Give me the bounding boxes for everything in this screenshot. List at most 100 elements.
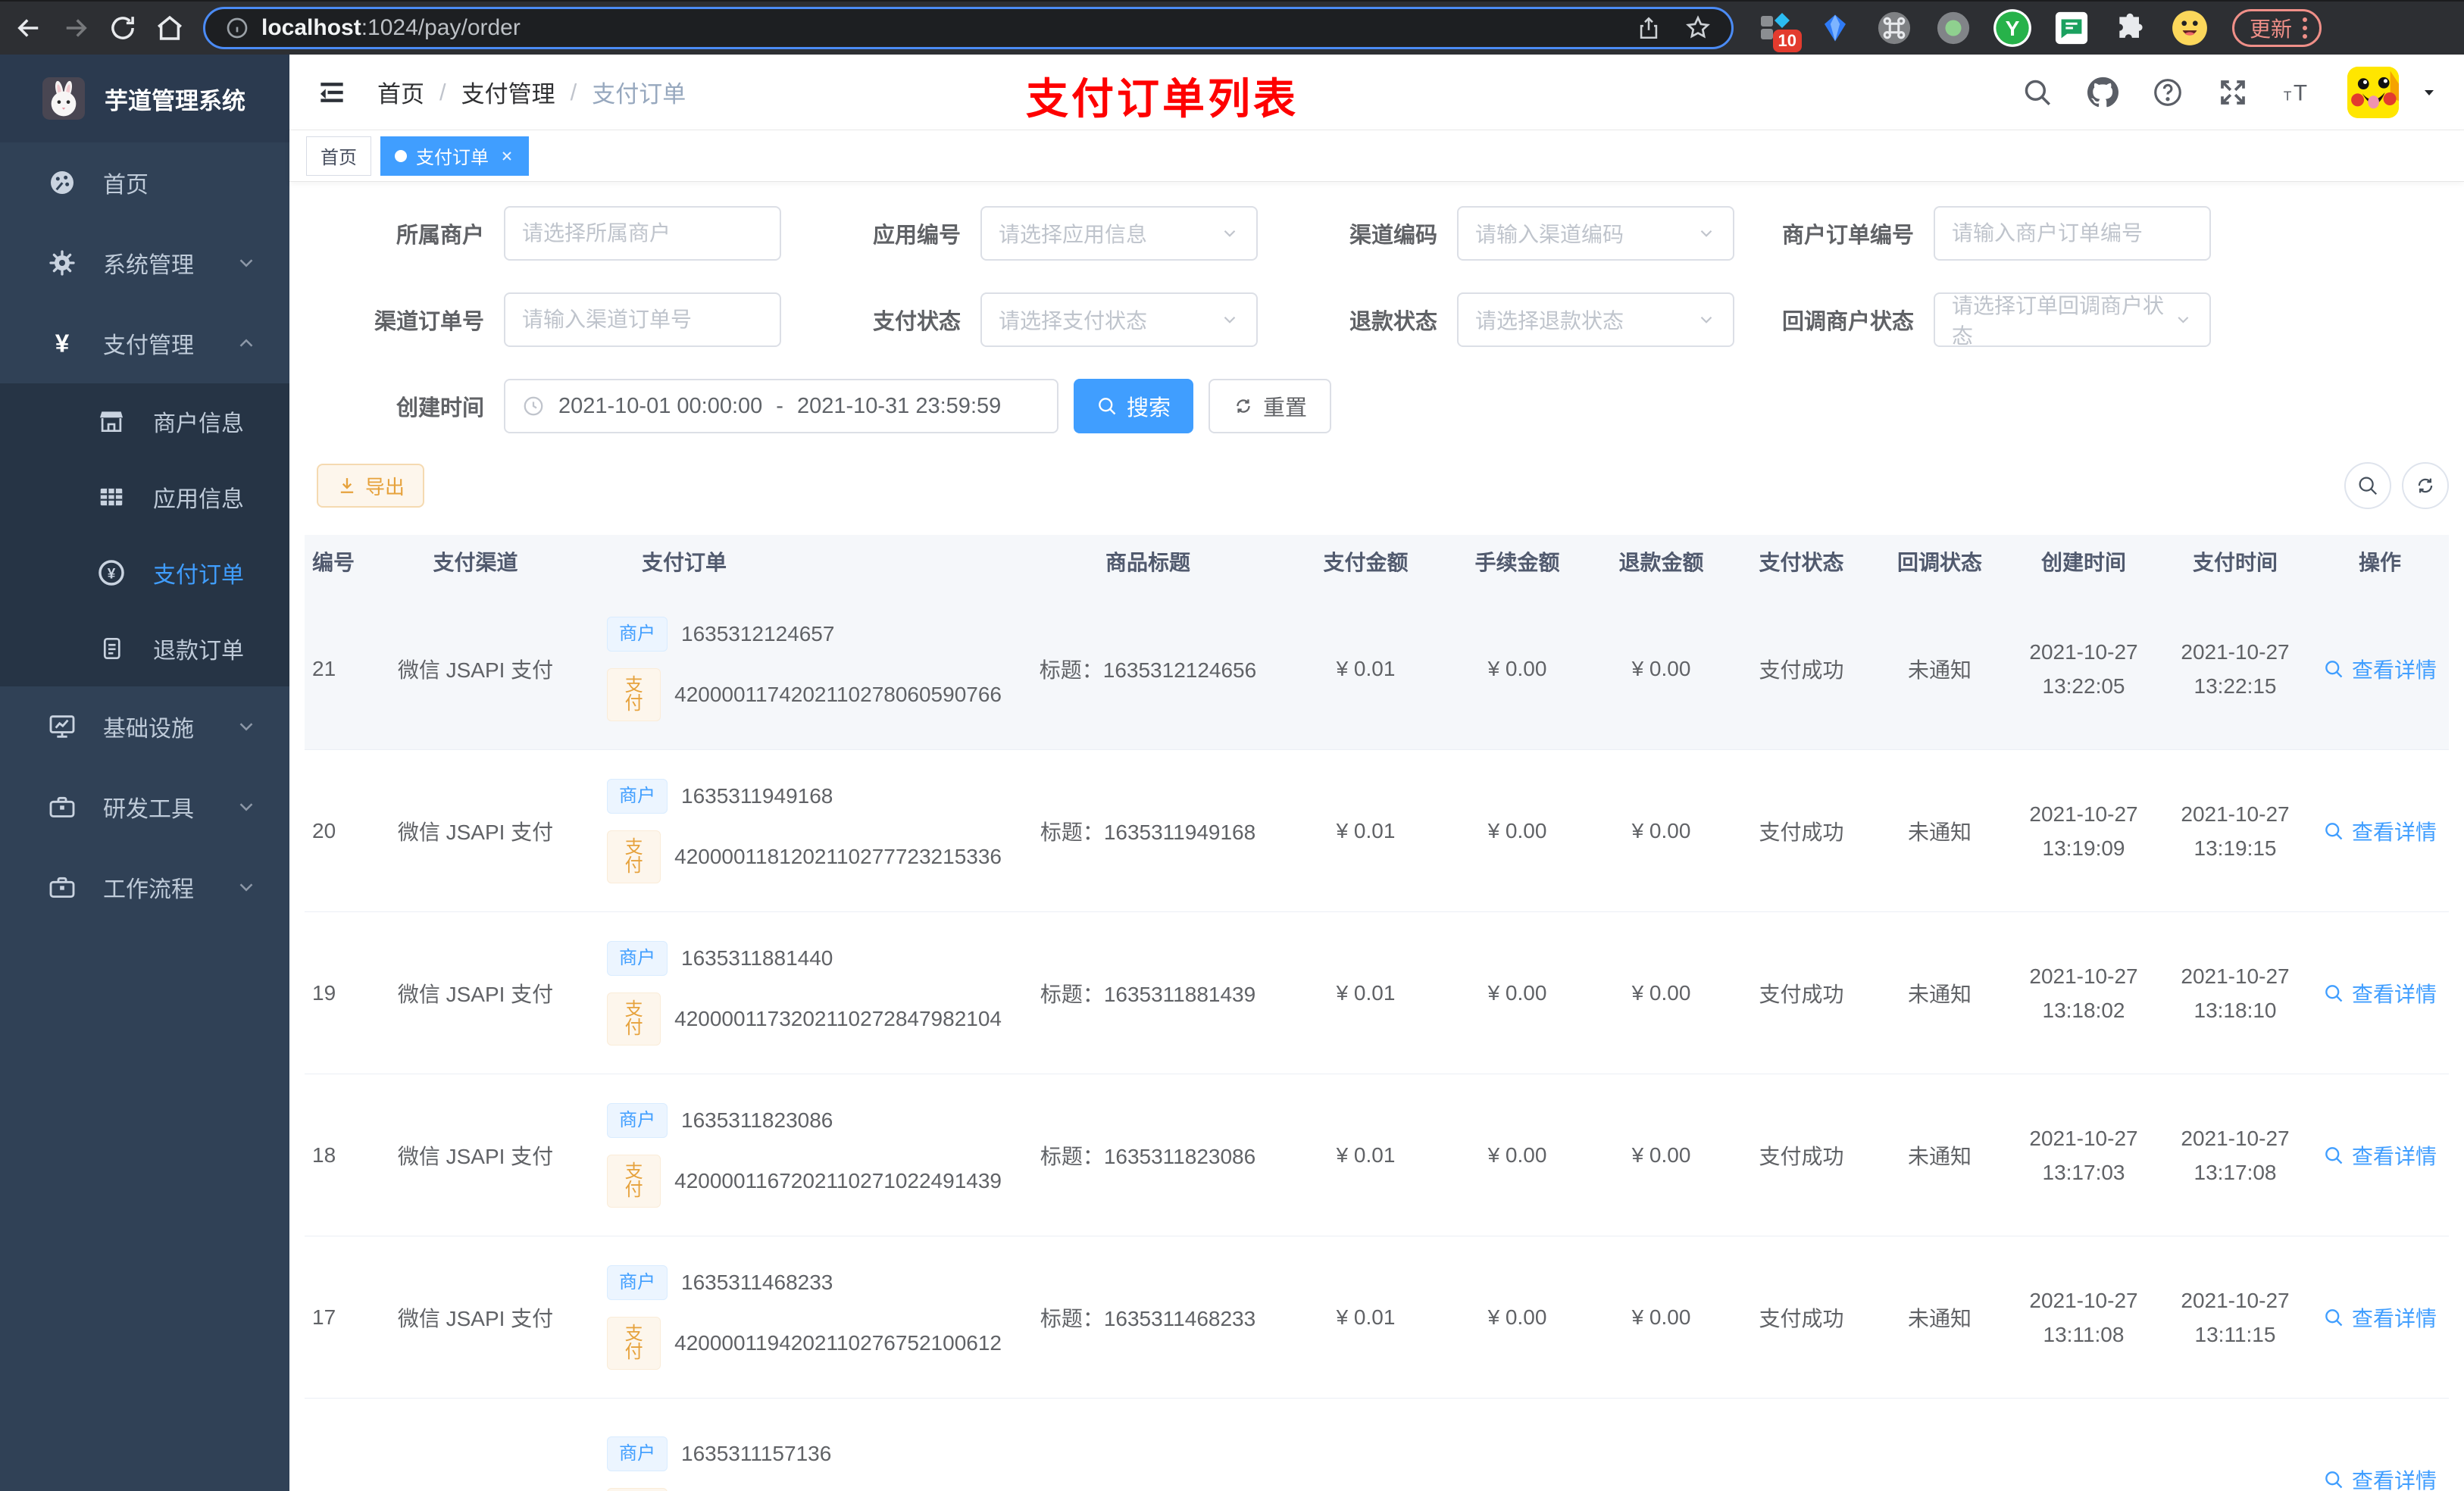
top-navbar: 首页 / 支付管理 / 支付订单 支付订单列表 TT (289, 55, 2464, 130)
user-menu-caret-icon[interactable] (2420, 83, 2438, 102)
sidebar-item-workflow[interactable]: 工作流程 (0, 847, 289, 927)
view-detail-link[interactable]: 查看详情 (2323, 1464, 2437, 1491)
cell-pay-status: 支付成功 (1759, 658, 1844, 682)
sidebar-item-system[interactable]: 系统管理 (0, 223, 289, 303)
cell-create-time: 2021-10-27 13:18:02 (2029, 964, 2138, 1022)
browser-home-button[interactable] (152, 10, 188, 46)
merchant-order-no: 1635311157136 (681, 1441, 832, 1465)
view-detail-link[interactable]: 查看详情 (2323, 816, 2437, 846)
cell-fee: ¥ 0.00 (1487, 818, 1547, 842)
table-row[interactable]: 18 微信 JSAPI 支付 商户 1635311823086 支付 42000… (305, 1074, 2449, 1236)
shop-icon (99, 411, 124, 433)
sidebar-item-app-info[interactable]: 应用信息 (0, 459, 289, 535)
pay-order-no: 4200001194202110276752100612 (674, 1330, 1002, 1355)
github-icon[interactable] (2087, 77, 2118, 108)
profile-emoji-icon[interactable] (2170, 8, 2209, 48)
channel-code-select[interactable]: 请输入渠道编码 (1457, 206, 1734, 261)
pay-order-no: 4200001181202110277723215336 (674, 844, 1002, 868)
sidebar-item-home[interactable]: 首页 (0, 142, 289, 223)
sidebar-item-label: 工作流程 (103, 877, 194, 902)
extension-y-icon[interactable]: Y (1993, 8, 2032, 48)
share-icon[interactable] (1636, 15, 1662, 41)
col-channel: 支付渠道 (433, 551, 518, 574)
extensions-puzzle-icon[interactable] (2111, 8, 2150, 48)
tag-pay-order[interactable]: 支付订单 (380, 136, 529, 176)
cell-amount: ¥ 0.01 (1336, 1142, 1396, 1167)
merchant-tag: 商户 (607, 1102, 668, 1138)
close-icon[interactable] (499, 148, 514, 164)
cell-channel: 微信 JSAPI 支付 (397, 982, 554, 1006)
search-icon (2325, 984, 2343, 1002)
refresh-table-button[interactable] (2402, 462, 2449, 509)
breadcrumb-home[interactable]: 首页 (377, 75, 424, 109)
cell-order: 商户 1635311949168 支付 42000011812021102777… (587, 778, 1008, 883)
date-range-picker[interactable]: 2021-10-01 00:00:00 - 2021-10-31 23:59:5… (504, 379, 1058, 433)
search-icon[interactable] (2022, 77, 2053, 108)
table-row[interactable]: 20 微信 JSAPI 支付 商户 1635311949168 支付 42000… (305, 750, 2449, 912)
view-detail-link[interactable]: 查看详情 (2323, 1140, 2437, 1171)
font-size-icon[interactable]: TT (2282, 77, 2314, 108)
sidebar-item-pay-order[interactable]: ¥ 支付订单 (0, 535, 289, 611)
cell-pay-time: 2021-10-27 13:11:15 (2181, 1288, 2290, 1346)
orders-table: 编号 支付渠道 支付订单 商品标题 支付金额 手续金额 退款金额 支付状态 回调… (305, 535, 2449, 1491)
briefcase-icon (49, 877, 75, 898)
browser-update-button[interactable]: 更新 (2232, 9, 2322, 47)
sidebar-fold-icon[interactable] (315, 76, 349, 109)
cell-pay-status: 支付成功 (1759, 820, 1844, 844)
table-row[interactable]: 商户 1635311157136 支付 查看详 (305, 1399, 2449, 1491)
sidebar-item-refund-order[interactable]: 退款订单 (0, 611, 289, 686)
view-detail-link[interactable]: 查看详情 (2323, 978, 2437, 1008)
reset-button[interactable]: 重置 (1209, 379, 1332, 433)
export-button[interactable]: 导出 (317, 464, 425, 508)
view-detail-link[interactable]: 查看详情 (2323, 1302, 2437, 1333)
search-button[interactable]: 搜索 (1074, 379, 1194, 433)
browser-back-button[interactable] (11, 10, 47, 46)
browser-menu-icon[interactable] (2303, 17, 2308, 39)
cell-order: 商户 1635311157136 支付 (587, 1436, 1008, 1491)
sidebar-item-merchant-info[interactable]: 商户信息 (0, 383, 289, 459)
extension-chat-icon[interactable] (2052, 8, 2091, 48)
tags-view: 首页 支付订单 (289, 130, 2464, 182)
pay-tag: 支付 (607, 667, 661, 721)
bookmark-star-icon[interactable] (1684, 14, 1712, 42)
tag-home[interactable]: 首页 (306, 136, 371, 176)
address-bar[interactable]: localhost:1024/pay/order (203, 7, 1734, 49)
extension-diamond-icon[interactable]: 10 (1756, 8, 1802, 52)
extension-gem-icon[interactable] (1815, 8, 1855, 48)
extension-command-icon[interactable] (1875, 8, 1914, 48)
col-id: 编号 (312, 551, 355, 574)
cell-pay-time: 2021-10-27 13:17:08 (2181, 1126, 2290, 1184)
sidebar-item-label: 研发工具 (103, 797, 194, 822)
pay-status-select[interactable]: 请选择支付状态 (980, 292, 1258, 347)
sidebar-item-payment[interactable]: ¥ 支付管理 (0, 303, 289, 383)
fullscreen-icon[interactable] (2217, 77, 2249, 108)
browser-reload-button[interactable] (105, 10, 141, 46)
cell-actions: 查看详情 (2311, 816, 2449, 846)
notify-status-select[interactable]: 请选择订单回调商户状态 (1934, 292, 2211, 348)
breadcrumb-pay-manage[interactable]: 支付管理 (461, 75, 555, 109)
col-order: 支付订单 (642, 551, 727, 574)
merchant-order-no-input[interactable] (1934, 206, 2211, 261)
breadcrumb-separator: / (570, 78, 577, 105)
toolbox-icon (49, 796, 75, 817)
extension-record-icon[interactable] (1934, 8, 1973, 48)
channel-order-no-input[interactable] (504, 292, 781, 347)
sidebar-item-label: 退款订单 (153, 639, 244, 664)
table-row[interactable]: 21 微信 JSAPI 支付 商户 1635312124657 支付 42000… (305, 588, 2449, 750)
table-row[interactable]: 17 微信 JSAPI 支付 商户 1635311468233 支付 42000… (305, 1236, 2449, 1399)
chevron-down-icon (1700, 316, 1712, 324)
refund-status-select[interactable]: 请选择退款状态 (1457, 292, 1734, 347)
table-row[interactable]: 19 微信 JSAPI 支付 商户 1635311881440 支付 42000… (305, 912, 2449, 1074)
user-avatar[interactable] (2347, 66, 2399, 118)
date-end-value: 2021-10-31 23:59:59 (796, 393, 1002, 418)
sidebar-item-dev-tools[interactable]: 研发工具 (0, 767, 289, 847)
cell-order: 商户 1635311881440 支付 42000011732021102728… (587, 940, 1008, 1046)
site-info-icon[interactable] (225, 16, 249, 40)
view-detail-link[interactable]: 查看详情 (2323, 654, 2437, 684)
merchant-select-input[interactable] (504, 206, 781, 261)
toggle-search-button[interactable] (2344, 462, 2391, 509)
help-icon[interactable] (2152, 77, 2184, 108)
sidebar-item-infrastructure[interactable]: 基础设施 (0, 686, 289, 767)
app-select[interactable]: 请选择应用信息 (980, 206, 1258, 261)
browser-forward-button[interactable] (58, 10, 94, 46)
